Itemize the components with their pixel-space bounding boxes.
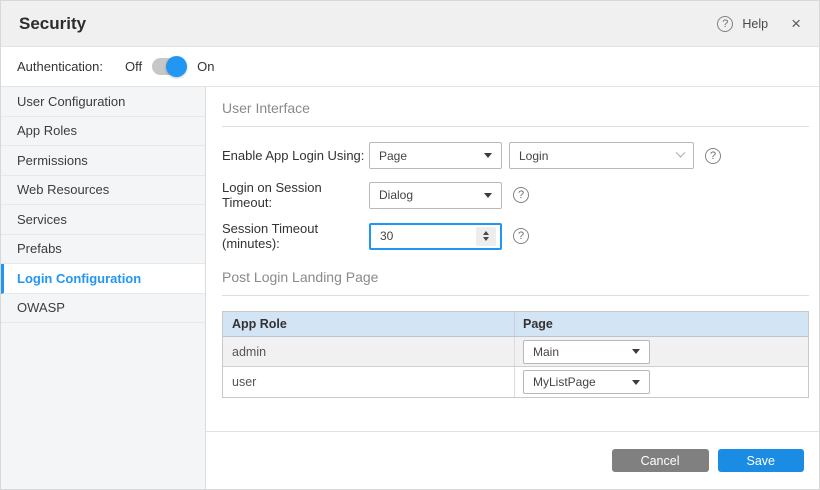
enable-app-login-label: Enable App Login Using: [222, 148, 369, 163]
close-icon[interactable]: × [791, 15, 801, 32]
sidebar-item-app-roles[interactable]: App Roles [1, 117, 205, 147]
authentication-bar: Authentication: Off On [1, 47, 819, 87]
column-header-app-role: App Role [223, 312, 515, 336]
sidebar-item-permissions[interactable]: Permissions [1, 146, 205, 176]
caret-down-icon [632, 349, 640, 354]
sidebar-item-services[interactable]: Services [1, 205, 205, 235]
sidebar-item-user-configuration[interactable]: User Configuration [1, 87, 205, 117]
table-row: user MyListPage [223, 367, 808, 397]
help-icon[interactable]: ? [705, 148, 721, 164]
session-timeout-value: 30 [380, 229, 393, 243]
session-timeout-label: Session Timeout (minutes): [222, 221, 369, 251]
dialog-body: User Configuration App Roles Permissions… [1, 87, 819, 489]
sidebar-item-prefabs[interactable]: Prefabs [1, 235, 205, 265]
header-actions: ? Help × [717, 15, 801, 32]
caret-down-icon [632, 380, 640, 385]
login-on-timeout-label: Login on Session Timeout: [222, 180, 369, 210]
section-title-user-interface: User Interface [222, 93, 809, 127]
user-page-value: MyListPage [533, 375, 596, 389]
authentication-toggle[interactable] [152, 58, 185, 75]
login-type-value: Page [379, 149, 407, 163]
form-row-app-login: Enable App Login Using: Page Login ? [222, 142, 809, 169]
page-cell: MyListPage [515, 370, 808, 394]
sidebar-item-owasp[interactable]: OWASP [1, 294, 205, 324]
user-page-select[interactable]: MyListPage [523, 370, 650, 394]
sidebar-item-web-resources[interactable]: Web Resources [1, 176, 205, 206]
number-stepper[interactable] [476, 227, 496, 246]
timeout-type-select[interactable]: Dialog [369, 182, 502, 209]
login-type-select[interactable]: Page [369, 142, 502, 169]
help-icon[interactable]: ? [717, 16, 733, 32]
help-icon[interactable]: ? [513, 228, 529, 244]
toggle-off-label: Off [125, 59, 142, 74]
login-page-value: Login [519, 149, 548, 163]
toggle-knob[interactable] [166, 56, 187, 77]
toggle-on-label: On [197, 59, 214, 74]
stepper-down-icon[interactable] [483, 237, 489, 241]
content-inner: User Interface Enable App Login Using: P… [206, 87, 819, 431]
security-dialog: Security ? Help × Authentication: Off On… [0, 0, 820, 490]
section-title-post-login: Post Login Landing Page [222, 262, 809, 296]
admin-page-select[interactable]: Main [523, 340, 650, 364]
timeout-type-value: Dialog [379, 188, 413, 202]
help-link[interactable]: Help [742, 17, 768, 31]
main-content: User Interface Enable App Login Using: P… [206, 87, 819, 489]
role-cell-user: user [223, 367, 515, 397]
caret-down-icon [484, 193, 492, 198]
table-row: admin Main [223, 337, 808, 367]
session-timeout-input[interactable]: 30 [369, 223, 502, 250]
save-button[interactable]: Save [718, 449, 805, 472]
chevron-down-icon [676, 148, 686, 158]
login-page-combobox[interactable]: Login [509, 142, 694, 169]
caret-down-icon [484, 153, 492, 158]
role-cell-admin: admin [223, 337, 515, 366]
landing-page-table: App Role Page admin Main user [222, 311, 809, 398]
help-icon[interactable]: ? [513, 187, 529, 203]
form-row-session-timeout-type: Login on Session Timeout: Dialog ? [222, 180, 809, 210]
dialog-header: Security ? Help × [1, 1, 819, 47]
authentication-label: Authentication: [17, 59, 103, 74]
page-cell: Main [515, 340, 808, 364]
sidebar-item-login-configuration[interactable]: Login Configuration [1, 264, 205, 294]
form-row-session-timeout-minutes: Session Timeout (minutes): 30 ? [222, 221, 809, 251]
cancel-button[interactable]: Cancel [612, 449, 709, 472]
admin-page-value: Main [533, 345, 559, 359]
stepper-up-icon[interactable] [483, 231, 489, 235]
page-title: Security [19, 14, 86, 34]
column-header-page: Page [515, 317, 808, 331]
dialog-footer: Cancel Save [206, 431, 819, 489]
table-header-row: App Role Page [223, 312, 808, 337]
settings-sidebar: User Configuration App Roles Permissions… [1, 87, 206, 489]
